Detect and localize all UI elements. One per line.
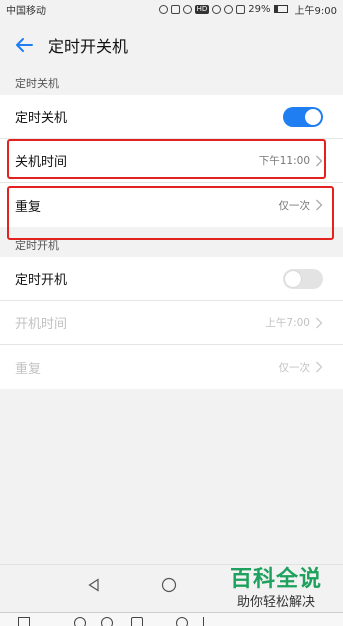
circle-icon[interactable] <box>101 617 113 626</box>
shutdown-toggle-row[interactable]: 定时关机 <box>0 95 343 139</box>
square-icon[interactable] <box>18 617 30 626</box>
alarm-icon <box>182 4 192 14</box>
startup-card: 定时开机 开机时间 上午7:00 重复 仅一次 <box>0 257 343 389</box>
refresh-icon[interactable] <box>176 617 188 626</box>
startup-repeat-label: 重复 <box>15 361 42 377</box>
chevron-right-icon <box>316 317 323 328</box>
carrier-label: 中国移动 <box>6 5 46 17</box>
wifi-icon <box>224 4 234 14</box>
bottom-toolbar <box>0 612 343 626</box>
startup-repeat-row: 重复 仅一次 <box>0 345 343 389</box>
watermark-sub: 助你轻松解决 <box>236 595 315 610</box>
back-button[interactable] <box>0 18 48 72</box>
startup-toggle-label: 定时开机 <box>15 273 68 288</box>
startup-repeat-value: 仅一次 <box>278 361 311 374</box>
startup-time-value: 上午7:00 <box>265 317 310 329</box>
startup-time-label: 开机时间 <box>15 317 68 332</box>
circle-home-icon <box>161 577 177 593</box>
hd-badge: HD <box>194 4 210 14</box>
signal-icon <box>236 4 246 14</box>
title-bar: 定时开关机 <box>0 18 343 72</box>
startup-toggle[interactable] <box>283 268 323 289</box>
watermark-main: 百科全说 <box>229 567 322 592</box>
nav-back-button[interactable] <box>84 575 104 595</box>
section-header-shutdown: 定时关机 <box>15 77 59 90</box>
page-title: 定时开关机 <box>48 37 129 56</box>
startup-toggle-row[interactable]: 定时开机 <box>0 257 343 301</box>
pen-icon[interactable] <box>203 617 215 626</box>
shutdown-toggle-label: 定时关机 <box>15 111 68 126</box>
bluetooth-icon <box>158 4 168 14</box>
status-time: 上午9:00 <box>294 5 337 17</box>
battery-percent: 29% <box>248 3 271 15</box>
highlight-box-time <box>7 139 326 179</box>
status-icons: HD 29% 上午9:00 <box>158 2 337 17</box>
shutdown-toggle[interactable] <box>283 106 323 127</box>
vibrate-icon <box>170 4 180 14</box>
eye-icon <box>212 4 222 14</box>
battery-icon <box>273 5 288 13</box>
watermark-logo: 百科全说 助你轻松解决 <box>212 566 340 616</box>
grid-icon[interactable] <box>131 617 143 626</box>
nav-home-button[interactable] <box>159 575 179 595</box>
triangle-back-icon <box>88 578 99 592</box>
startup-time-row: 开机时间 上午7:00 <box>0 301 343 345</box>
status-bar: 中国移动 HD 29% 上午9:00 <box>0 0 343 18</box>
info-icon[interactable] <box>74 617 86 626</box>
arrow-left-icon <box>16 38 33 52</box>
highlight-box-repeat <box>7 186 334 240</box>
chevron-right-icon <box>316 361 323 373</box>
